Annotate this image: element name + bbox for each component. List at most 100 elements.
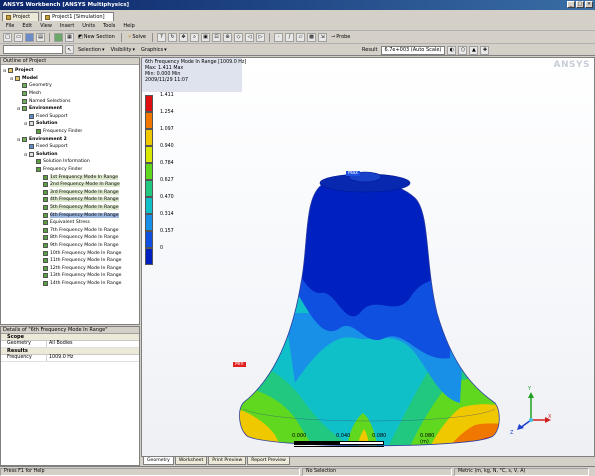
- tree-item[interactable]: 10th Frequency Mode In Range: [1, 249, 139, 257]
- result-toolbar: Result 6.7e+003 (Auto Scale) ◐ ⬡ ▲ ✚: [360, 45, 490, 55]
- contour-icon[interactable]: ◐: [447, 45, 457, 55]
- tree-item[interactable]: 1st Frequency Mode In Range: [1, 173, 139, 181]
- tree-item[interactable]: 11th Frequency Mode In Range: [1, 257, 139, 265]
- tree-item[interactable]: 3rd Frequency Mode In Range: [1, 189, 139, 197]
- contour-legend: 1.411 1.254 1.097 0.940 0.784 0.627 0.470 0.314…: [145, 93, 185, 285]
- iso-view-icon[interactable]: ◇: [234, 32, 243, 42]
- legend-label: 0.470: [160, 195, 174, 200]
- help-icon[interactable]: ?: [157, 32, 166, 42]
- tree-item[interactable]: Fixed Support: [1, 113, 139, 121]
- menu-tools[interactable]: Tools: [103, 23, 115, 29]
- tab-print-preview[interactable]: Print Preview: [208, 457, 247, 465]
- tree-item[interactable]: Frequency Finder: [1, 128, 139, 136]
- select-body-icon[interactable]: ▩: [307, 32, 316, 42]
- previous-view-icon[interactable]: ◁: [245, 32, 254, 42]
- selection-menu[interactable]: Selection ▾: [76, 47, 107, 53]
- result-label: Result: [362, 47, 378, 53]
- tab-simulation[interactable]: Project1 [Simulation]: [41, 12, 114, 21]
- triad-x-label: X: [548, 414, 552, 420]
- scale-dropdown[interactable]: 6.7e+003 (Auto Scale): [381, 45, 446, 55]
- next-view-icon[interactable]: ▷: [256, 32, 265, 42]
- bell-model[interactable]: [225, 153, 525, 457]
- tree-item[interactable]: ⊟ Environment 2: [1, 135, 139, 143]
- menu-file[interactable]: File: [6, 23, 14, 29]
- edges-icon[interactable]: ⬡: [458, 45, 468, 55]
- rotate-icon[interactable]: ↻: [168, 32, 177, 42]
- tree-item[interactable]: 6th Frequency Mode In Range: [1, 211, 139, 219]
- tree-item[interactable]: ⊟ Solution: [1, 120, 139, 128]
- fit-icon[interactable]: ⊡: [212, 32, 221, 42]
- minimize-button[interactable]: _: [567, 1, 575, 8]
- tree-item[interactable]: 13th Frequency Mode In Range: [1, 272, 139, 280]
- menu-insert[interactable]: Insert: [60, 23, 74, 29]
- solve-button[interactable]: ⚡ Solve: [126, 34, 148, 40]
- tree-item[interactable]: Named Selections: [1, 97, 139, 105]
- tree-item[interactable]: 5th Frequency Mode In Range: [1, 204, 139, 212]
- arrow-icon[interactable]: ↖: [65, 45, 74, 54]
- tree-item[interactable]: Geometry: [1, 82, 139, 90]
- tree-item[interactable]: 9th Frequency Mode In Range: [1, 242, 139, 250]
- tree-item-icon: [43, 174, 48, 180]
- menu-edit[interactable]: Edit: [22, 23, 32, 29]
- model-icon[interactable]: [54, 32, 63, 42]
- tab-project[interactable]: Project: [2, 12, 40, 21]
- tree-item[interactable]: Mesh: [1, 90, 139, 98]
- menu-help[interactable]: Help: [123, 23, 134, 29]
- axis-triad[interactable]: [514, 386, 552, 434]
- graphics-menu[interactable]: Graphics ▾: [139, 47, 169, 53]
- tree-item[interactable]: ⊟ Solution: [1, 151, 139, 159]
- image-icon[interactable]: ▦: [65, 32, 74, 42]
- open-icon[interactable]: ▭: [14, 32, 23, 42]
- tree-item-icon: [43, 204, 48, 210]
- tree-item[interactable]: ⊟ Model: [1, 75, 139, 83]
- tab-worksheet[interactable]: Worksheet: [174, 457, 208, 465]
- pan-icon[interactable]: ✥: [179, 32, 188, 42]
- tree-item-icon: [43, 250, 48, 256]
- maximize-button[interactable]: □: [576, 1, 584, 8]
- tab-report-preview[interactable]: Report Preview: [247, 457, 290, 465]
- zoom-icon[interactable]: ⌕: [190, 32, 199, 42]
- selection-dropdown[interactable]: [3, 45, 63, 54]
- tree-item[interactable]: ⊟ Environment: [1, 105, 139, 113]
- tree-item[interactable]: Frequency Finder: [1, 166, 139, 174]
- details-section-scope[interactable]: Scope: [1, 334, 139, 341]
- menu-view[interactable]: View: [40, 23, 52, 29]
- legend-swatch: [145, 146, 153, 163]
- main-toolbar: □ ▭ ▤ ▦ ◩ New Section ⚡ Solve ? ↻ ✥ ⌕ ▣ ⊡ …: [0, 31, 595, 44]
- details-row-geometry[interactable]: Geometry All Bodies: [1, 341, 139, 348]
- select-vertex-icon[interactable]: ·: [274, 32, 283, 42]
- print-icon[interactable]: ▤: [36, 32, 45, 42]
- new-icon[interactable]: □: [3, 32, 12, 42]
- save-icon[interactable]: [25, 32, 34, 42]
- tree-item[interactable]: Fixed Support: [1, 143, 139, 151]
- tree-item[interactable]: 8th Frequency Mode In Range: [1, 234, 139, 242]
- outline-panel: Outline of Project ⊟ Project ⊟ Model Geometr…: [0, 57, 140, 325]
- tab-geometry[interactable]: Geometry: [143, 457, 174, 465]
- tree-item[interactable]: 2nd Frequency Mode In Range: [1, 181, 139, 189]
- graphics-viewport[interactable]: 6th Frequency Mode In Range [1009.0 Hz] …: [141, 57, 595, 457]
- tree-item[interactable]: 7th Frequency Mode In Range: [1, 226, 139, 234]
- new-section-button[interactable]: ◩ New Section: [76, 34, 117, 40]
- extend-selection-icon[interactable]: ⇲: [318, 32, 327, 42]
- tree-item[interactable]: Solution Information: [1, 158, 139, 166]
- tree-item-label: 7th Frequency Mode In Range: [50, 227, 119, 233]
- tree-item[interactable]: ⊟ Project: [1, 67, 139, 75]
- menu-units[interactable]: Units: [82, 23, 95, 29]
- close-button[interactable]: ×: [585, 1, 593, 8]
- tree-item[interactable]: Equivalent Stress: [1, 219, 139, 227]
- visibility-menu[interactable]: Visibility ▾: [109, 47, 137, 53]
- tree-item[interactable]: 14th Frequency Mode In Range: [1, 280, 139, 288]
- magnifier-icon[interactable]: ⊕: [223, 32, 232, 42]
- probe-tool-icon[interactable]: ✚: [480, 45, 490, 55]
- tree-item[interactable]: 12th Frequency Mode In Range: [1, 264, 139, 272]
- max-min-icon[interactable]: ▲: [469, 45, 479, 55]
- select-edge-icon[interactable]: /: [285, 32, 294, 42]
- tree-item[interactable]: 4th Frequency Mode In Range: [1, 196, 139, 204]
- details-row-frequency[interactable]: Frequency 1009.0 Hz: [1, 355, 139, 362]
- details-section-results[interactable]: Results: [1, 348, 139, 355]
- tree-item-icon: [8, 68, 13, 74]
- tree-item-label: Solution: [36, 121, 58, 127]
- select-face-icon[interactable]: ▱: [296, 32, 305, 42]
- box-zoom-icon[interactable]: ▣: [201, 32, 210, 42]
- probe-button[interactable]: ⊸ Probe: [329, 34, 352, 40]
